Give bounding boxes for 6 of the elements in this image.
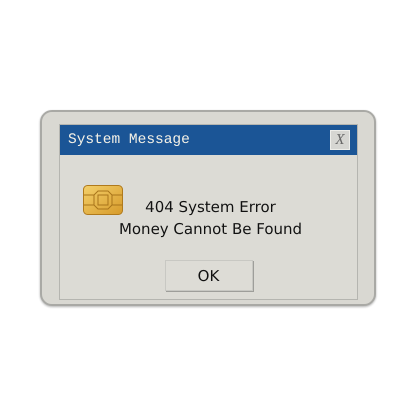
- error-message: 404 System Error: [145, 198, 276, 216]
- ok-button[interactable]: OK: [164, 260, 252, 291]
- error-message: Money Cannot Be Found: [118, 220, 302, 238]
- close-button[interactable]: X: [330, 130, 350, 150]
- chip-icon: [83, 185, 123, 215]
- window-title: System Message: [68, 132, 190, 148]
